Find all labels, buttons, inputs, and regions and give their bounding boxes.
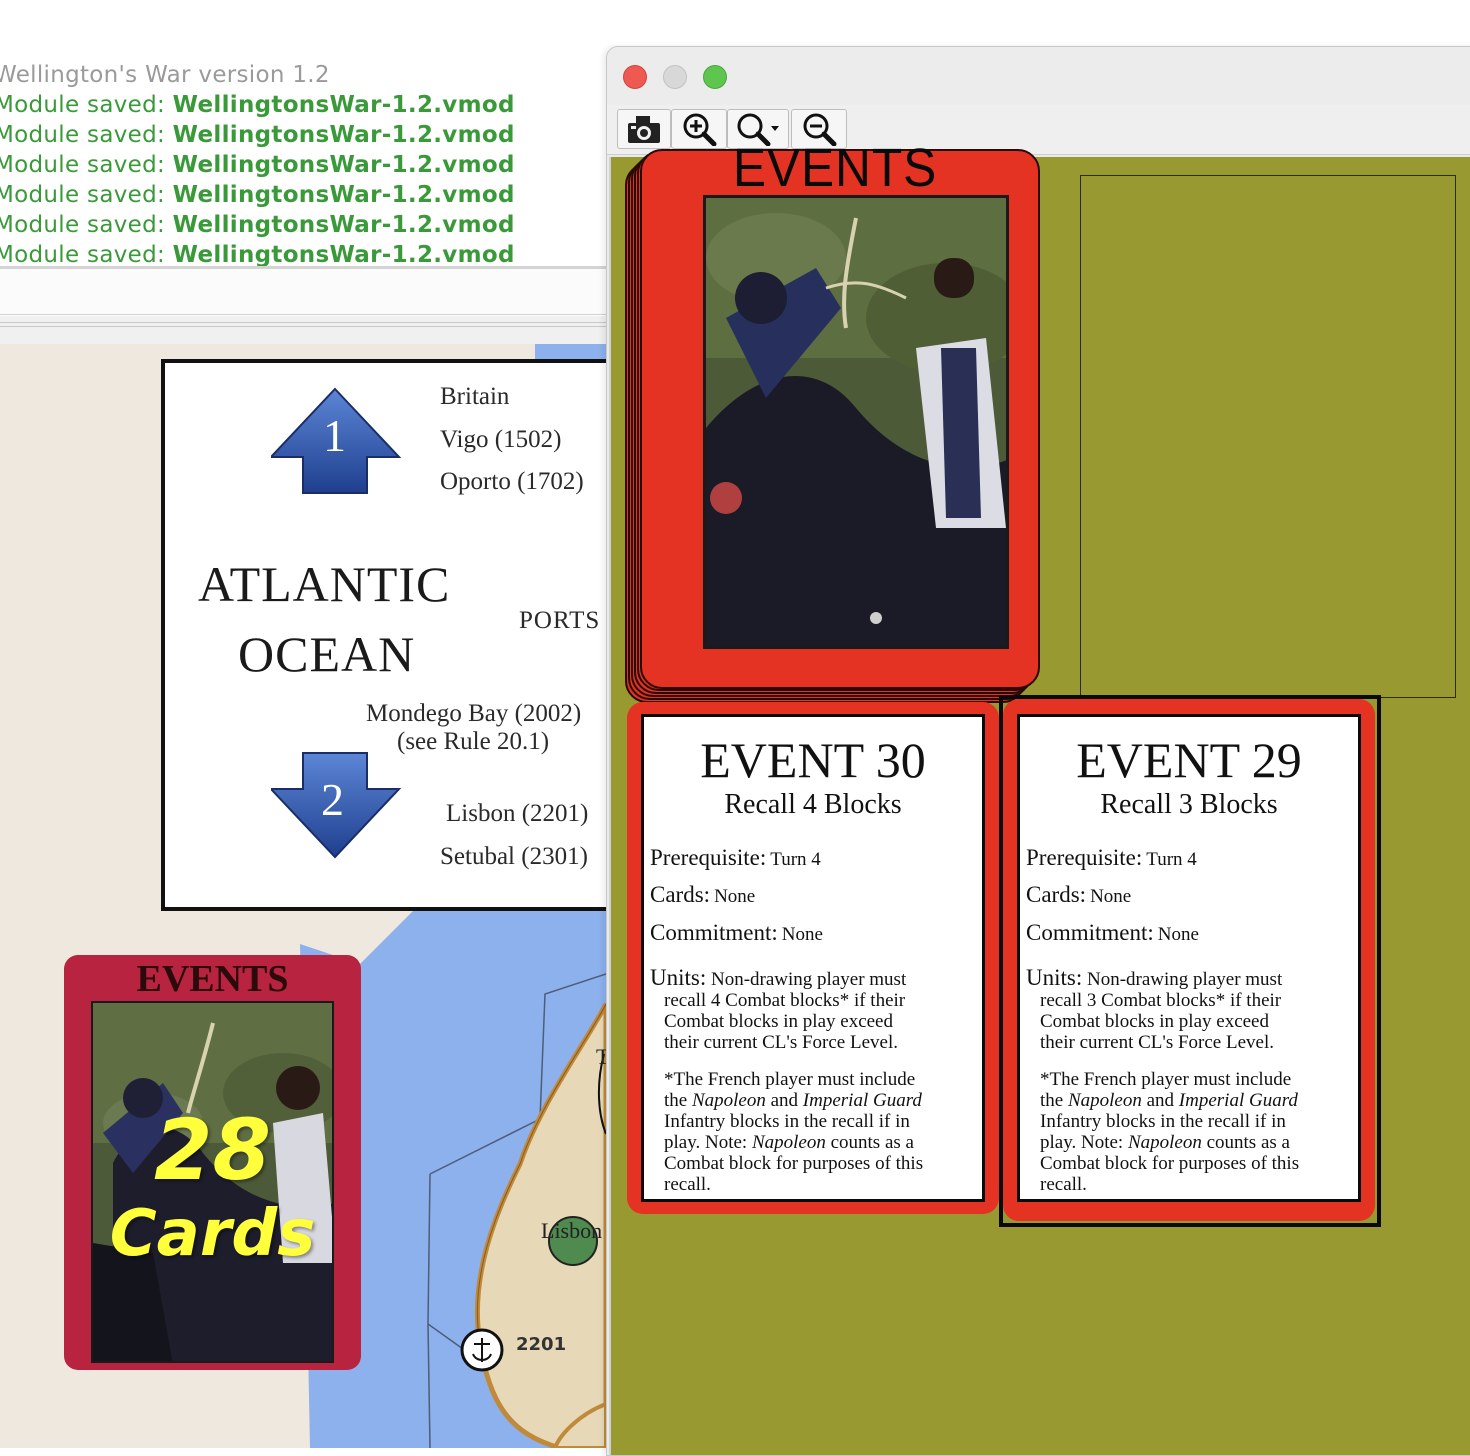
card-units: Units: Non-drawing player must recall 4 … <box>650 965 907 1053</box>
map-event-deck[interactable]: EVENTS 28 Cards <box>64 955 361 1370</box>
ocean-title-atlantic: ATLANTIC <box>198 556 451 612</box>
atlantic-ports-legend: 1 Britain Vigo (1502) Oporto (1702) ATLA… <box>161 359 606 911</box>
port-britain: Britain <box>440 383 510 410</box>
arrow-2-label: 2 <box>321 774 344 825</box>
cavalry-illustration <box>706 198 1006 646</box>
city-label-lisbon: Lisbon <box>541 1218 603 1243</box>
chat-saved-line: Module saved: WellingtonsWar-1.2.vmod <box>0 122 515 148</box>
card-note: *The French player must include the Napo… <box>664 1069 924 1195</box>
minimize-window-button[interactable] <box>663 65 687 89</box>
ports-label: PORTS <box>519 607 601 634</box>
card-artwork <box>703 195 1009 649</box>
card-prerequisite: Prerequisite: Turn 4 <box>650 845 821 870</box>
deck-count-label: Cards <box>109 1197 316 1271</box>
discard-area[interactable] <box>1080 175 1456 698</box>
event-deck-stack[interactable]: EVENTS <box>625 138 1055 709</box>
hex-number: 2201 <box>516 1334 567 1355</box>
card-cards: Cards: None <box>1026 882 1132 907</box>
window-titlebar[interactable] <box>607 47 1470 105</box>
card-title: EVENT 30 <box>700 732 926 788</box>
event-card-29[interactable]: EVENT 29 Recall 3 Blocks Prerequisite: T… <box>1003 699 1375 1221</box>
chat-saved-line: Module saved: WellingtonsWar-1.2.vmod <box>0 212 515 238</box>
port-oporto: Oporto (1702) <box>440 468 584 495</box>
port-mondego-note: (see Rule 20.1) <box>397 728 550 755</box>
chat-saved-line: Module saved: WellingtonsWar-1.2.vmod <box>0 92 515 118</box>
map-deck-title: EVENTS <box>136 958 289 1000</box>
port-lisbon: Lisbon (2201) <box>446 800 589 827</box>
chat-input[interactable] <box>0 269 606 315</box>
ocean-title-ocean: OCEAN <box>238 626 416 682</box>
board-window[interactable]: EVENTS EVENT 30 Recall 4 Blocks Prerequi… <box>606 46 1470 1456</box>
card-prerequisite: Prerequisite: Turn 4 <box>1026 845 1197 870</box>
port-mondego: Mondego Bay (2002) <box>366 700 582 727</box>
card-title: EVENT 29 <box>1076 732 1302 788</box>
card-commitment: Commitment: None <box>1026 920 1199 945</box>
partial-map-letter: T <box>596 1044 606 1069</box>
maximize-window-button[interactable] <box>703 65 727 89</box>
port-setubal: Setubal (2301) <box>440 843 588 870</box>
card-units: Units: Non-drawing player must recall 3 … <box>1026 965 1283 1053</box>
card-face: EVENT 29 Recall 3 Blocks Prerequisite: T… <box>1017 714 1361 1202</box>
close-window-button[interactable] <box>623 65 647 89</box>
card-face: EVENT 30 Recall 4 Blocks Prerequisite: T… <box>641 714 985 1202</box>
chat-saved-line: Module saved: WellingtonsWar-1.2.vmod <box>0 152 515 178</box>
chat-saved-line: Module saved: WellingtonsWar-1.2.vmod <box>0 242 515 268</box>
card-note: *The French player must include the Napo… <box>1040 1069 1300 1195</box>
splitter-handle[interactable] <box>0 316 606 344</box>
arrow-1-label: 1 <box>323 410 346 461</box>
game-map[interactable]: Lisbon 2201 T 1 Britain Vigo (1502) Opor… <box>0 344 606 1448</box>
deck-count: 28 <box>154 1101 271 1199</box>
chat-version-line: Wellington's War version 1.2 <box>0 62 330 88</box>
chat-saved-line: Module saved: WellingtonsWar-1.2.vmod <box>0 182 515 208</box>
card-cards: Cards: None <box>650 882 756 907</box>
event-card-30[interactable]: EVENT 30 Recall 4 Blocks Prerequisite: T… <box>627 702 999 1214</box>
board-deck-title: EVENTS <box>732 138 938 198</box>
card-subtitle: Recall 3 Blocks <box>1100 789 1278 820</box>
chat-log: Wellington's War version 1.2 Module save… <box>0 0 606 268</box>
card-subtitle: Recall 4 Blocks <box>724 789 902 820</box>
port-vigo: Vigo (1502) <box>440 426 562 453</box>
game-board[interactable]: EVENTS EVENT 30 Recall 4 Blocks Prerequi… <box>609 138 1470 1455</box>
card-commitment: Commitment: None <box>650 920 823 945</box>
